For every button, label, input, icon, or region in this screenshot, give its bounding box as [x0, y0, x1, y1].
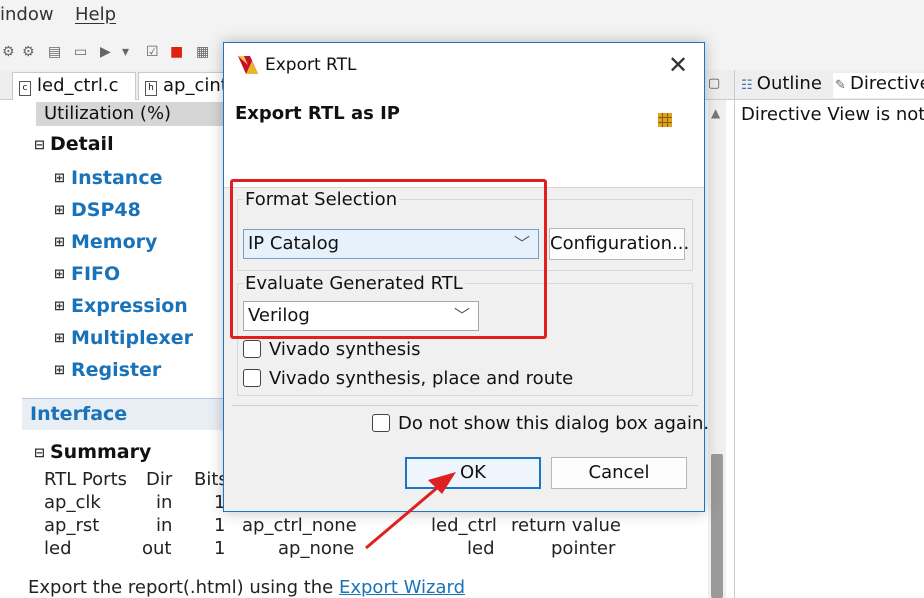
gear-icon[interactable]: ⚙ — [22, 44, 35, 60]
table-cell: led — [467, 538, 495, 559]
dont-show-checkbox[interactable]: Do not show this dialog box again. — [372, 413, 709, 434]
run-icon[interactable]: ▶ — [100, 44, 111, 60]
h-file-icon: h — [145, 81, 157, 96]
utilization-header: Utilization (%) — [36, 102, 236, 126]
checkbox-label: Do not show this dialog box again. — [398, 413, 710, 434]
dialog-title: Export RTL — [265, 55, 357, 75]
right-panel: ☷ Outline ✎ Directive Directive View is … — [734, 70, 924, 598]
stop-icon[interactable]: ■ — [170, 44, 183, 60]
format-value: IP Catalog — [248, 233, 340, 254]
export-icon[interactable]: ▦ — [196, 44, 209, 60]
tab-directive[interactable]: ✎ Directive — [833, 73, 924, 98]
table-cell: in — [156, 492, 173, 513]
table-cell: 1 — [214, 515, 226, 536]
detail-item-instance[interactable]: Instance — [71, 167, 162, 189]
checkbox[interactable] — [243, 369, 261, 387]
detail-item-multiplexer[interactable]: Multiplexer — [71, 327, 193, 349]
collapse-icon[interactable]: ⊟ — [34, 138, 45, 153]
right-panel-tabs: ☷ Outline ✎ Directive — [735, 70, 924, 100]
table-cell: ap_clk — [44, 492, 101, 513]
interface-header[interactable]: Interface — [22, 398, 228, 430]
cancel-button[interactable]: Cancel — [551, 457, 687, 489]
vivado-pnr-checkbox[interactable]: Vivado synthesis, place and route — [243, 368, 573, 389]
evaluate-rtl-label: Evaluate Generated RTL — [243, 273, 465, 294]
report-footer: Export the report(.html) using the Expor… — [28, 577, 465, 598]
table-cell: led_ctrl — [431, 515, 497, 536]
c-file-icon: c — [19, 81, 31, 96]
detail-item-register[interactable]: Register — [71, 359, 161, 381]
export-rtl-dialog: Export RTL ✕ Export RTL as IP Format Sel… — [223, 42, 709, 512]
tab-label: ap_cint — [163, 75, 228, 96]
table-cell: ap_none — [278, 538, 355, 559]
column-header: RTL Ports — [44, 469, 128, 490]
close-icon[interactable]: ✕ — [664, 51, 692, 79]
detail-item-memory[interactable]: Memory — [71, 231, 157, 253]
run-dropdown-icon[interactable]: ▾ — [122, 44, 129, 60]
detail-item-expression[interactable]: Expression — [71, 295, 188, 317]
dialog-heading: Export RTL as IP — [235, 103, 400, 124]
detail-title: Detail — [50, 133, 114, 155]
format-dropdown[interactable]: IP Catalog ﹀ — [243, 229, 539, 259]
format-selection-label: Format Selection — [243, 189, 400, 210]
expand-icon[interactable]: ⊞ — [54, 363, 65, 378]
settings-icon[interactable]: ⚙ — [2, 44, 15, 60]
ip-grid-icon — [658, 113, 672, 127]
menu-bar: indow Help — [0, 0, 924, 32]
table-cell: out — [142, 538, 172, 559]
vivado-logo-icon — [238, 56, 258, 74]
summary-title: Summary — [50, 441, 152, 463]
divider — [232, 405, 698, 406]
report-icon[interactable]: ▤ — [48, 44, 61, 60]
tab-outline[interactable]: ☷ Outline — [741, 73, 822, 94]
expand-icon[interactable]: ⊞ — [54, 203, 65, 218]
expand-icon[interactable]: ⊞ — [54, 235, 65, 250]
directive-icon: ✎ — [835, 78, 851, 93]
detail-item-fifo[interactable]: FIFO — [71, 263, 120, 285]
export-wizard-link[interactable]: Export Wizard — [339, 577, 465, 598]
table-cell: in — [156, 515, 173, 536]
expand-icon[interactable]: ⊞ — [54, 171, 65, 186]
table-cell: ap_ctrl_none — [242, 515, 357, 536]
chevron-down-icon: ﹀ — [453, 306, 470, 325]
language-value: Verilog — [248, 305, 310, 326]
menu-window[interactable]: indow — [0, 4, 54, 25]
vivado-synthesis-checkbox[interactable]: Vivado synthesis — [243, 339, 421, 360]
outline-icon: ☷ — [741, 78, 757, 93]
configuration-button[interactable]: Configuration... — [549, 228, 689, 260]
expand-icon[interactable]: ⊞ — [54, 299, 65, 314]
checkbox-label: Vivado synthesis, place and route — [269, 368, 574, 389]
tab-label: led_ctrl.c — [37, 75, 119, 96]
tab-outline-label: Outline — [756, 73, 822, 94]
editor-scrollbar[interactable]: ▲ — [708, 100, 726, 598]
footer-text: Export the report(.html) using the — [28, 577, 339, 598]
dialog-header: Export RTL as IP — [224, 87, 704, 188]
checkbox[interactable] — [372, 414, 390, 432]
table-cell: return value — [511, 515, 621, 536]
ok-button[interactable]: OK — [405, 457, 541, 489]
menu-help[interactable]: Help — [75, 4, 116, 25]
collapse-icon[interactable]: ⊟ — [34, 446, 45, 461]
tab-led-ctrl-c[interactable]: c led_ctrl.c — [12, 72, 136, 100]
check-icon[interactable]: ☑ — [146, 44, 159, 60]
checkbox[interactable] — [243, 340, 261, 358]
scrollbar-thumb[interactable] — [711, 454, 723, 598]
detail-item-dsp48[interactable]: DSP48 — [71, 199, 141, 221]
directive-message: Directive View is not a — [741, 104, 924, 125]
table-cell: led — [44, 538, 72, 559]
column-header: Dir — [146, 469, 173, 490]
expand-icon[interactable]: ⊞ — [54, 331, 65, 346]
checkbox-label: Vivado synthesis — [269, 339, 421, 360]
dialog-titlebar: Export RTL ✕ — [224, 43, 704, 87]
expand-icon[interactable]: ⊞ — [54, 267, 65, 282]
table-cell: ap_rst — [44, 515, 100, 536]
tab-directive-label: Directive — [850, 73, 924, 94]
table-cell: pointer — [551, 538, 616, 559]
chevron-down-icon: ﹀ — [513, 234, 530, 253]
table-cell: 1 — [214, 538, 226, 559]
compare-icon[interactable]: ▭ — [74, 44, 87, 60]
language-dropdown[interactable]: Verilog ﹀ — [243, 301, 479, 331]
tab-ap-cint[interactable]: h ap_cint — [138, 72, 234, 100]
scroll-up-icon[interactable]: ▲ — [711, 106, 720, 120]
maximize-icon[interactable]: ▢ — [708, 76, 720, 91]
